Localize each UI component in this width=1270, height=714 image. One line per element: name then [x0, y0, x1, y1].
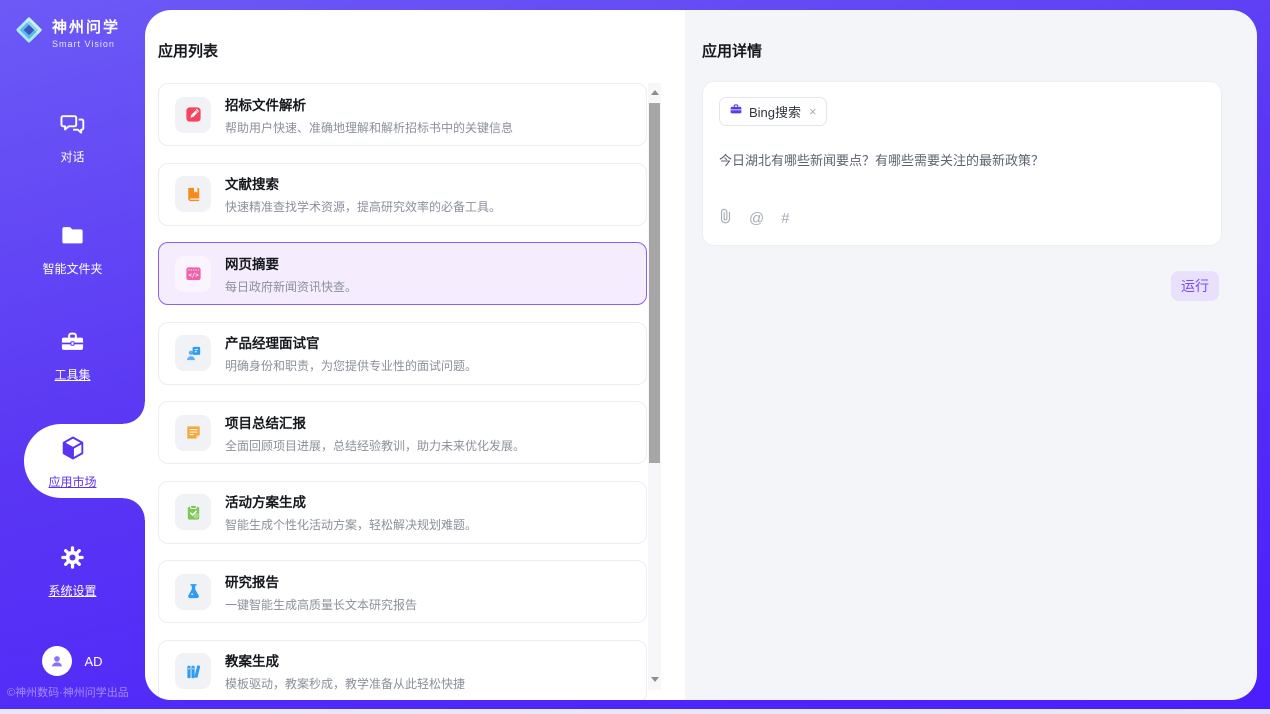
sidebar-item-settings[interactable]: 系统设置 [0, 544, 145, 599]
sidebar-item-label: 系统设置 [48, 582, 96, 599]
interviewer-icon [175, 335, 211, 371]
clipboard-check-icon [175, 494, 211, 530]
app-card-lesson-plan[interactable]: 教案生成 模板驱动，教案秒成，教学准备从此轻松快捷 [158, 640, 647, 701]
bid-edit-icon [175, 97, 211, 133]
app-name: 教案生成 [225, 650, 465, 670]
cube-icon [59, 434, 87, 467]
svg-text:</>: </> [188, 273, 199, 279]
composer-toolbar: @ # [719, 208, 790, 229]
app-desc: 每日政府新闻资讯快查。 [225, 278, 357, 295]
web-code-icon: </> [175, 256, 211, 292]
app-card-research-report[interactable]: 研究报告 一键智能生成高质量长文本研究报告 [158, 560, 647, 623]
flask-icon [175, 574, 211, 610]
sidebar-item-toolset[interactable]: 工具集 [0, 328, 145, 383]
avatar [42, 646, 72, 676]
tool-chip-bing-search[interactable]: Bing搜索 × [719, 97, 827, 126]
paperclip-icon[interactable] [719, 208, 732, 229]
app-name: 产品经理面试官 [225, 332, 477, 352]
hash-icon[interactable]: # [781, 210, 789, 227]
copyright-text: ©神州数码·神州问学出品 [7, 684, 129, 700]
app-desc: 智能生成个性化活动方案，轻松解决规划难题。 [225, 516, 477, 533]
book-icon [175, 176, 211, 212]
run-button[interactable]: 运行 [1171, 271, 1219, 301]
brand-subtitle: Smart Vision [52, 39, 120, 49]
app-detail-title: 应用详情 [702, 40, 762, 61]
sidebar-item-app-market[interactable]: 应用市场 [0, 434, 145, 490]
app-name: 研究报告 [225, 571, 417, 591]
app-desc: 明确身份和职责，为您提供专业性的面试问题。 [225, 357, 477, 374]
folder-icon [59, 222, 86, 254]
app-card-bid-analysis[interactable]: 招标文件解析 帮助用户快速、准确地理解和解析招标书中的关键信息 [158, 83, 647, 146]
app-desc: 快速精准查找学术资源，提高研究效率的必备工具。 [225, 198, 501, 215]
sidebar-item-label: 应用市场 [48, 473, 96, 490]
sidebar-item-label: 对话 [60, 148, 84, 165]
user-account[interactable]: AD [0, 646, 145, 676]
books-icon [175, 653, 211, 689]
briefcase-icon [729, 102, 743, 121]
brand-name: 神州问学 [52, 16, 120, 37]
bottom-edge-strip [0, 709, 1270, 714]
scrollbar-thumb[interactable] [649, 103, 660, 463]
close-icon[interactable]: × [809, 105, 817, 118]
app-name: 招标文件解析 [225, 94, 513, 114]
question-text: 今日湖北有哪些新闻要点？有哪些需要关注的最新政策？ [719, 150, 1205, 169]
sidebar-item-smart-folder[interactable]: 智能文件夹 [0, 222, 145, 277]
scroll-up-button[interactable] [648, 85, 661, 99]
app-desc: 模板驱动，教案秒成，教学准备从此轻松快捷 [225, 675, 465, 692]
user-name: AD [84, 654, 102, 669]
app-desc: 全面回顾项目进展，总结经验教训，助力未来优化发展。 [225, 437, 525, 454]
mention-icon[interactable]: @ [749, 210, 764, 227]
app-list: 招标文件解析 帮助用户快速、准确地理解和解析招标书中的关键信息 文献搜索 快速精… [158, 83, 647, 700]
scroll-down-button[interactable] [648, 672, 661, 686]
gear-icon [59, 544, 86, 576]
app-desc: 帮助用户快速、准确地理解和解析招标书中的关键信息 [225, 119, 513, 136]
app-card-literature-search[interactable]: 文献搜索 快速精准查找学术资源，提高研究效率的必备工具。 [158, 163, 647, 226]
app-list-title: 应用列表 [158, 40, 218, 61]
brand-logo: 神州问学 Smart Vision [14, 15, 120, 50]
sidebar-item-label: 工具集 [54, 366, 90, 383]
app-list-scrollbar[interactable] [648, 83, 661, 690]
app-name: 网页摘要 [225, 253, 357, 273]
app-card-pm-interviewer[interactable]: 产品经理面试官 明确身份和职责，为您提供专业性的面试问题。 [158, 322, 647, 385]
diamond-logo-icon [14, 15, 44, 50]
note-icon [175, 415, 211, 451]
app-card-web-summary[interactable]: </> 网页摘要 每日政府新闻资讯快查。 [158, 242, 647, 305]
prompt-editor[interactable]: Bing搜索 × 今日湖北有哪些新闻要点？有哪些需要关注的最新政策？ @ # [702, 81, 1222, 246]
app-name: 文献搜索 [225, 173, 501, 193]
app-card-activity-plan[interactable]: 活动方案生成 智能生成个性化活动方案，轻松解决规划难题。 [158, 481, 647, 544]
app-detail-panel: 应用详情 Bing搜索 × 今日湖北有哪些新闻要点？有哪些需要关注的最新政策？ [685, 10, 1257, 700]
app-name: 活动方案生成 [225, 491, 477, 511]
sidebar-item-label: 智能文件夹 [42, 260, 102, 277]
main-container: 应用列表 招标文件解析 帮助用户快速、准确地理解和解析招标书中的关键信息 [145, 10, 1257, 700]
sidebar: 神州问学 Smart Vision 对话 智能文件夹 [0, 0, 145, 714]
app-card-project-summary[interactable]: 项目总结汇报 全面回顾项目进展，总结经验教训，助力未来优化发展。 [158, 401, 647, 464]
sidebar-item-chat[interactable]: 对话 [0, 110, 145, 165]
tool-chip-label: Bing搜索 [749, 102, 801, 121]
app-desc: 一键智能生成高质量长文本研究报告 [225, 596, 417, 613]
toolbox-icon [59, 328, 86, 360]
app-list-panel: 应用列表 招标文件解析 帮助用户快速、准确地理解和解析招标书中的关键信息 [145, 10, 685, 700]
chat-icon [59, 110, 86, 142]
app-name: 项目总结汇报 [225, 412, 525, 432]
